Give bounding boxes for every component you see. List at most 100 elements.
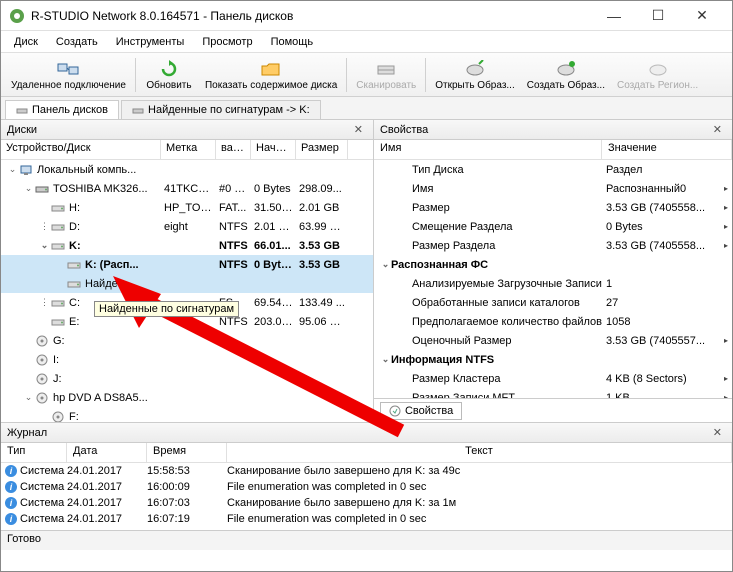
tree-row[interactable]: ⌄Локальный компь... (1, 160, 373, 179)
col-value[interactable]: Значение (602, 140, 732, 159)
col-type[interactable]: Тип (1, 443, 67, 462)
drive-icon (16, 104, 28, 116)
toolbar-folder[interactable]: Показать содержимое диска (199, 57, 343, 93)
tab[interactable]: Панель дисков (5, 100, 119, 119)
folder-icon (259, 59, 283, 79)
drive-icon (132, 104, 144, 116)
chevron-right-icon[interactable]: ▸ (724, 336, 728, 345)
props-pane: Свойства ✕ Имя Значение Тип ДискаРазделИ… (374, 120, 732, 422)
menu-инструменты[interactable]: Инструменты (108, 34, 193, 50)
tree-row[interactable]: Найден... (1, 274, 373, 293)
menu-помощь[interactable]: Помощь (263, 34, 322, 50)
status-bar: Готово (1, 530, 732, 550)
col-text[interactable]: Текст (227, 443, 732, 462)
expand-icon[interactable]: ⋮ (39, 221, 50, 232)
log-header: Журнал ✕ (1, 423, 732, 443)
tree-row[interactable]: J: (1, 369, 373, 388)
col-date[interactable]: Дата (67, 443, 147, 462)
tab[interactable]: Найденные по сигнатурам -> K: (121, 100, 321, 119)
toolbar-create-image[interactable]: Создать Образ... (521, 57, 611, 93)
close-button[interactable]: ✕ (680, 2, 724, 30)
expand-icon[interactable]: ⌄ (39, 240, 50, 251)
disks-tree[interactable]: ⌄Локальный компь...⌄TOSHIBA MK326...41TK… (1, 160, 373, 422)
close-icon[interactable]: ✕ (709, 426, 726, 439)
expand-icon[interactable]: ⌄ (7, 164, 18, 175)
prop-row[interactable]: Обработанные записи каталогов27 (374, 293, 732, 312)
prop-row[interactable]: Размер Кластера4 KB (8 Sectors)▸ (374, 369, 732, 388)
toolbar-scanner: Сканировать (350, 57, 422, 93)
close-icon[interactable]: ✕ (709, 123, 726, 136)
toolbar-remote[interactable]: Удаленное подключение (5, 57, 132, 93)
prop-row[interactable]: Размер Записи MFT1 KB▸ (374, 388, 732, 398)
col-label[interactable]: Метка (161, 140, 216, 159)
prop-row[interactable]: ⌄Информация NTFS (374, 350, 732, 369)
col-fs[interactable]: вая с (216, 140, 251, 159)
col-name[interactable]: Имя (374, 140, 602, 159)
col-size[interactable]: Размер (296, 140, 348, 159)
expand-icon[interactable]: ⌄ (380, 354, 391, 365)
tree-row[interactable]: ⌄TOSHIBA MK326...41TKC1VIT#0 S...0 Bytes… (1, 179, 373, 198)
expand-icon[interactable]: ⋮ (39, 297, 50, 308)
prop-row[interactable]: Тип ДискаРаздел (374, 160, 732, 179)
toolbar: Удаленное подключениеОбновитьПоказать со… (1, 53, 732, 97)
prop-row[interactable]: Смещение Раздела0 Bytes▸ (374, 217, 732, 236)
create-image-icon (554, 59, 578, 79)
tree-row[interactable]: K: (Расп...NTFS0 Bytes3.53 GB (1, 255, 373, 274)
vol-icon (50, 240, 66, 252)
prop-row[interactable]: ⌄Распознанная ФС (374, 255, 732, 274)
disks-title: Диски (7, 124, 37, 136)
info-icon: i (5, 481, 17, 493)
info-icon: i (5, 465, 17, 477)
minimize-button[interactable]: — (592, 2, 636, 30)
chevron-right-icon[interactable]: ▸ (724, 241, 728, 250)
log-row[interactable]: iСистема24.01.201716:07:03Сканирование б… (1, 495, 732, 511)
menu-создать[interactable]: Создать (48, 34, 106, 50)
expand-icon[interactable]: ⌄ (380, 259, 391, 270)
prop-row[interactable]: Оценочный Размер3.53 GB (7405557...▸ (374, 331, 732, 350)
vol-icon (66, 259, 82, 271)
tabs: Панель дисковНайденные по сигнатурам -> … (1, 97, 732, 120)
props-header: Свойства ✕ (374, 120, 732, 140)
chevron-right-icon[interactable]: ▸ (724, 184, 728, 193)
prop-row[interactable]: Анализируемые Загрузочные Записи1 (374, 274, 732, 293)
titlebar: R-STUDIO Network 8.0.164571 - Панель дис… (1, 1, 732, 31)
toolbar-refresh[interactable]: Обновить (139, 57, 199, 93)
expand-icon[interactable]: ⌄ (23, 183, 34, 194)
chevron-right-icon[interactable]: ▸ (724, 222, 728, 231)
tree-row[interactable]: F: (1, 407, 373, 422)
maximize-button[interactable]: ☐ (636, 2, 680, 30)
log-row[interactable]: iСистема24.01.201715:58:53Сканирование б… (1, 463, 732, 479)
props-body[interactable]: Тип ДискаРазделИмяРаспознанный0▸Размер3.… (374, 160, 732, 398)
prop-row[interactable]: Предполагаемое количество файлов1058 (374, 312, 732, 331)
expand-icon[interactable]: ⌄ (23, 392, 34, 403)
prop-row[interactable]: ИмяРаспознанный0▸ (374, 179, 732, 198)
prop-row[interactable]: Размер3.53 GB (7405558...▸ (374, 198, 732, 217)
info-icon: i (5, 513, 17, 525)
log-row[interactable]: iСистема24.01.201716:00:09File enumerati… (1, 479, 732, 495)
tree-row[interactable]: ⋮D:eightNTFS2.01 GB63.99 GB (1, 217, 373, 236)
col-time[interactable]: Время (147, 443, 227, 462)
menu-диск[interactable]: Диск (6, 34, 46, 50)
disks-header: Диски ✕ (1, 120, 373, 140)
prop-row[interactable]: Размер Раздела3.53 GB (7405558...▸ (374, 236, 732, 255)
hdd-icon (34, 183, 50, 195)
log-row[interactable]: iСистема24.01.201716:07:19File enumerati… (1, 511, 732, 527)
chevron-right-icon[interactable]: ▸ (724, 374, 728, 383)
props-tab[interactable]: Свойства (380, 402, 462, 420)
tree-row[interactable]: ⌄K:NTFS66.01...3.53 GB (1, 236, 373, 255)
opt-icon (50, 411, 66, 423)
opt-icon (34, 392, 50, 404)
col-start[interactable]: Начало (251, 140, 296, 159)
log-body[interactable]: iСистема24.01.201715:58:53Сканирование б… (1, 463, 732, 530)
chevron-right-icon[interactable]: ▸ (724, 203, 728, 212)
opt-icon (34, 373, 50, 385)
tree-row[interactable]: ⌄hp DVD A DS8A5... (1, 388, 373, 407)
menu-просмотр[interactable]: Просмотр (194, 34, 260, 50)
close-icon[interactable]: ✕ (350, 123, 367, 136)
toolbar-open-image[interactable]: Открыть Образ... (429, 57, 521, 93)
tree-row[interactable]: I: (1, 350, 373, 369)
tree-row[interactable]: H:HP_TOOLSFAT...31.50 ...2.01 GB (1, 198, 373, 217)
col-device[interactable]: Устройство/Диск (1, 140, 161, 159)
disks-pane: Диски ✕ Устройство/Диск Метка вая с Нача… (1, 120, 374, 422)
tree-row[interactable]: G: (1, 331, 373, 350)
